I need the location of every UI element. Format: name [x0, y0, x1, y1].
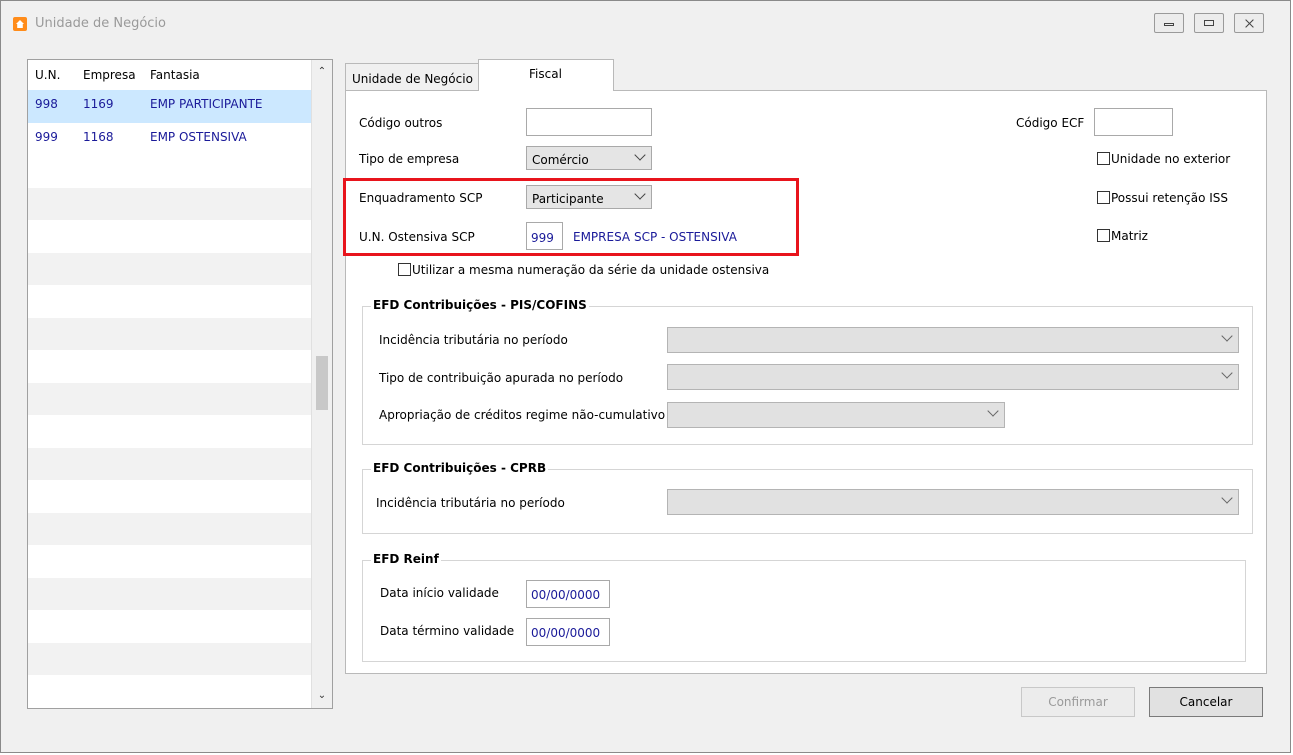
efd-reinf-title: EFD Reinf [371, 552, 441, 566]
pis-apropriacao-select[interactable] [667, 402, 1005, 428]
confirmar-button[interactable]: Confirmar [1021, 687, 1135, 717]
list-header: U.N. Empresa Fantasia [28, 60, 312, 90]
codigo-ecf-label: Código ECF [1016, 116, 1085, 130]
cancelar-button[interactable]: Cancelar [1149, 687, 1263, 717]
retencao-iss-label[interactable]: Possui retenção ISS [1111, 191, 1228, 205]
cell-un: 999 [35, 129, 58, 144]
enquadramento-label: Enquadramento SCP [359, 191, 483, 205]
column-header-empresa[interactable]: Empresa [83, 68, 136, 82]
title-bar: Unidade de Negócio [1, 1, 1290, 41]
empty-row [28, 285, 312, 318]
reinf-inicio-label: Data início validade [380, 586, 499, 600]
tipo-empresa-label: Tipo de empresa [359, 152, 460, 166]
scroll-up-icon[interactable]: ⌃ [316, 66, 328, 78]
tipo-empresa-value: Comércio [532, 153, 589, 167]
empty-row [28, 220, 312, 253]
column-header-un[interactable]: U.N. [35, 68, 60, 82]
chevron-down-icon [1221, 330, 1233, 342]
enquadramento-value: Participante [532, 192, 604, 206]
empty-row [28, 577, 312, 610]
cprb-incidencia-label: Incidência tributária no período [376, 496, 565, 510]
empty-row [28, 512, 312, 545]
app-home-icon [13, 17, 27, 31]
empty-row [28, 480, 312, 513]
codigo-outros-label: Código outros [359, 116, 443, 130]
enquadramento-select[interactable]: Participante [526, 185, 652, 209]
empty-row [28, 675, 312, 708]
tipo-empresa-select[interactable]: Comércio [526, 146, 652, 170]
unidade-negocio-window: Unidade de Negócio U.N. Empresa Fantasia… [0, 0, 1291, 753]
cell-empresa: 1169 [83, 97, 114, 111]
empty-row [28, 382, 312, 415]
chevron-down-icon [634, 188, 646, 200]
chevron-down-icon [634, 149, 646, 161]
empty-row [28, 350, 312, 383]
reinf-termino-label: Data término validade [380, 624, 515, 638]
unidade-exterior-label[interactable]: Unidade no exterior [1111, 152, 1230, 166]
window-title: Unidade de Negócio [35, 16, 166, 31]
efd-reinf-group: EFD Reinf [362, 552, 1246, 662]
empty-row [28, 252, 312, 285]
minimize-button[interactable] [1154, 13, 1184, 33]
maximize-icon [1204, 20, 1214, 26]
tab-fiscal[interactable]: Fiscal [478, 59, 614, 91]
chevron-down-icon [1221, 367, 1233, 379]
table-row[interactable]: 998 1169 EMP PARTICIPANTE [28, 90, 312, 123]
empty-row [28, 187, 312, 220]
retencao-iss-checkbox[interactable] [1097, 191, 1110, 204]
un-ostensiva-label: U.N. Ostensiva SCP [359, 230, 475, 244]
pis-incidencia-select[interactable] [667, 327, 1239, 353]
pis-tipo-select[interactable] [667, 364, 1239, 390]
un-ostensiva-name: EMPRESA SCP - OSTENSIVA [573, 230, 737, 244]
codigo-outros-input[interactable] [526, 108, 652, 136]
maximize-button[interactable] [1194, 13, 1224, 33]
list-scrollbar[interactable]: ⌃ ⌄ [311, 60, 332, 708]
cell-fantasia: EMP OSTENSIVA [150, 129, 247, 144]
codigo-ecf-input[interactable] [1094, 108, 1173, 136]
cprb-incidencia-select[interactable] [667, 489, 1239, 515]
un-ostensiva-code-input[interactable]: 999 [526, 222, 563, 250]
scroll-down-icon[interactable]: ⌄ [316, 690, 328, 702]
unidade-list[interactable]: U.N. Empresa Fantasia 998 1169 EMP PARTI… [27, 59, 333, 709]
column-header-fantasia[interactable]: Fantasia [150, 68, 200, 82]
matriz-checkbox[interactable] [1097, 229, 1110, 242]
empty-row [28, 610, 312, 643]
pis-tipo-label: Tipo de contribuição apurada no período [379, 371, 624, 385]
empty-row [28, 545, 312, 578]
list-rows: 998 1169 EMP PARTICIPANTE 999 1168 EMP O… [28, 90, 312, 708]
mesma-numeracao-label[interactable]: Utilizar a mesma numeração da série da u… [412, 263, 769, 277]
efd-pis-cofins-title: EFD Contribuições - PIS/COFINS [371, 298, 589, 312]
reinf-termino-input[interactable]: 00/00/0000 [526, 618, 610, 646]
cell-empresa: 1168 [83, 129, 114, 144]
minimize-icon [1164, 23, 1174, 26]
cell-un: 998 [35, 97, 58, 111]
empty-row [28, 155, 312, 188]
efd-cprb-title: EFD Contribuições - CPRB [371, 461, 549, 475]
reinf-inicio-input[interactable]: 00/00/0000 [526, 580, 610, 608]
chevron-down-icon [1221, 492, 1233, 504]
mesma-numeracao-checkbox[interactable] [398, 263, 411, 276]
empty-row [28, 317, 312, 350]
close-button[interactable] [1234, 13, 1264, 33]
close-icon [1244, 20, 1254, 26]
table-row[interactable]: 999 1168 EMP OSTENSIVA [28, 122, 312, 155]
tab-unidade-negocio[interactable]: Unidade de Negócio [345, 63, 479, 91]
empty-row [28, 447, 312, 480]
pis-incidencia-label: Incidência tributária no período [379, 333, 568, 347]
empty-row [28, 415, 312, 448]
scroll-thumb[interactable] [316, 356, 328, 410]
cell-fantasia: EMP PARTICIPANTE [150, 97, 263, 111]
pis-apropriacao-label: Apropriação de créditos regime não-cumul… [379, 408, 666, 422]
matriz-label[interactable]: Matriz [1111, 229, 1148, 243]
chevron-down-icon [987, 405, 999, 417]
empty-row [28, 642, 312, 675]
unidade-exterior-checkbox[interactable] [1097, 152, 1110, 165]
